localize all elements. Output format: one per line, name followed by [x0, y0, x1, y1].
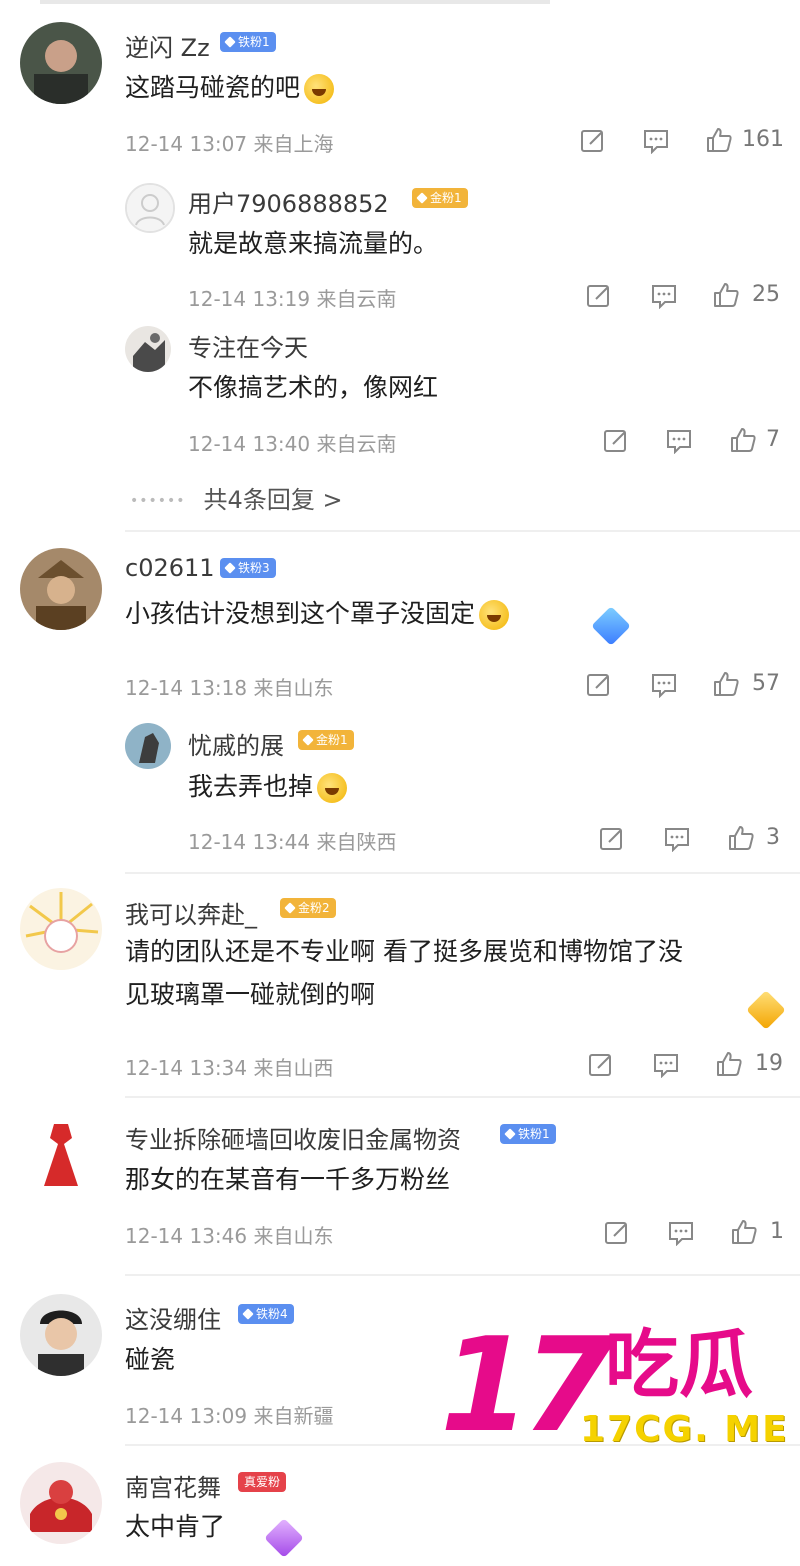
comment-icon[interactable] [643, 128, 669, 154]
username[interactable]: 用户7906888852 [188, 184, 389, 219]
edit-icon[interactable] [588, 1052, 614, 1078]
comment-text-line2: 见玻璃罩一碰就倒的啊 [125, 980, 376, 1009]
timestamp-location: 12-14 13:18 来自山东 [125, 676, 334, 700]
divider [125, 1096, 800, 1098]
thumbs-up-icon[interactable] [716, 1051, 742, 1077]
edit-icon[interactable] [603, 428, 629, 454]
fan-badge: 金粉2 [280, 898, 336, 918]
emoji-icon [479, 600, 510, 630]
thumbs-up-icon[interactable] [728, 825, 754, 851]
watermark-logo: 17 吃瓜 17CG. ME [440, 1320, 790, 1455]
sparkle-icon [746, 990, 786, 1030]
like-count: 161 [742, 127, 784, 152]
fan-badge: 金粉1 [298, 730, 354, 750]
avatar[interactable] [20, 548, 102, 630]
comment-icon[interactable] [666, 428, 692, 454]
edit-icon[interactable] [586, 672, 612, 698]
comment-text: 碰瓷 [125, 1345, 176, 1374]
thumbs-up-icon[interactable] [713, 282, 739, 308]
username[interactable]: 专注在今天 [188, 328, 308, 363]
divider [125, 872, 800, 874]
comment-text: 小孩估计没想到这个罩子没固定 [125, 594, 510, 634]
thumbs-up-icon[interactable] [731, 1219, 757, 1245]
thumbs-up-icon[interactable] [713, 671, 739, 697]
emoji-icon [304, 74, 335, 104]
comment-text: 就是故意来搞流量的。 [188, 229, 439, 258]
watermark-text: 吃瓜 [605, 1322, 753, 1408]
fan-badge: 铁粉4 [238, 1304, 294, 1324]
like-count: 25 [752, 282, 780, 307]
timestamp-location: 12-14 13:44 来自陕西 [188, 830, 397, 854]
comment-text: 请的团队还是不专业啊 看了挺多展览和博物馆了没 [125, 937, 683, 966]
more-replies-link[interactable]: •••••• 共4条回复 > [130, 480, 343, 515]
divider [125, 530, 800, 532]
sparkle-icon [264, 1518, 304, 1558]
emoji-icon [317, 773, 348, 803]
comment-text: 不像搞艺术的，像网红 [188, 373, 439, 402]
comment-text: 太中肯了 [125, 1512, 226, 1541]
comment-icon[interactable] [651, 672, 677, 698]
timestamp-location: 12-14 13:19 来自云南 [188, 287, 397, 311]
avatar[interactable] [125, 723, 171, 769]
timestamp-location: 12-14 13:40 来自云南 [188, 432, 397, 456]
like-count: 57 [752, 671, 780, 696]
avatar[interactable] [20, 22, 102, 104]
like-count: 7 [766, 427, 780, 452]
fan-badge: 铁粉1 [220, 32, 276, 52]
username[interactable]: 这没绷住 [125, 1300, 221, 1335]
dots-icon: •••••• [130, 493, 186, 509]
avatar[interactable] [20, 888, 102, 970]
comment-icon[interactable] [664, 826, 690, 852]
comment-text: 那女的在某音有一千多万粉丝 [125, 1165, 451, 1194]
username[interactable]: 南宫花舞 [125, 1468, 221, 1503]
divider [125, 1274, 800, 1276]
like-count: 19 [755, 1051, 783, 1076]
like-count: 3 [766, 825, 780, 850]
timestamp-location: 12-14 13:09 来自新疆 [125, 1404, 334, 1428]
timestamp-location: 12-14 13:46 来自山东 [125, 1224, 334, 1248]
username[interactable]: c02611 [125, 554, 215, 582]
avatar[interactable] [20, 1462, 102, 1544]
username[interactable]: 我可以奔赴_ [125, 895, 257, 930]
fan-badge: 金粉1 [412, 188, 468, 208]
avatar[interactable] [125, 183, 175, 233]
avatar[interactable] [20, 1114, 102, 1196]
comment-text: 我去弄也掉 [188, 767, 348, 807]
fan-badge: 真爱粉 [238, 1472, 287, 1492]
timestamp-location: 12-14 13:07 来自上海 [125, 132, 334, 156]
comment-text: 这踏马碰瓷的吧 [125, 68, 335, 108]
username[interactable]: 忧戚的展 [188, 726, 284, 761]
username[interactable]: 逆闪 Zz [125, 28, 210, 63]
comment-icon[interactable] [653, 1052, 679, 1078]
fan-badge: 铁粉3 [220, 558, 276, 578]
watermark-url: 17CG. ME [580, 1409, 789, 1450]
edit-icon[interactable] [604, 1220, 630, 1246]
thumbs-up-icon[interactable] [706, 127, 732, 153]
username[interactable]: 专业拆除砸墙回收废旧金属物资 [125, 1120, 461, 1155]
edit-icon[interactable] [580, 128, 606, 154]
avatar[interactable] [125, 326, 171, 372]
thumbs-up-icon[interactable] [730, 427, 756, 453]
edit-icon[interactable] [599, 826, 625, 852]
timestamp-location: 12-14 13:34 来自山西 [125, 1056, 334, 1080]
top-divider [40, 0, 550, 4]
edit-icon[interactable] [586, 283, 612, 309]
like-count: 1 [770, 1219, 784, 1244]
avatar[interactable] [20, 1294, 102, 1376]
comment-icon[interactable] [668, 1220, 694, 1246]
sparkle-icon [591, 606, 631, 646]
fan-badge: 铁粉1 [500, 1124, 556, 1144]
comment-icon[interactable] [651, 283, 677, 309]
